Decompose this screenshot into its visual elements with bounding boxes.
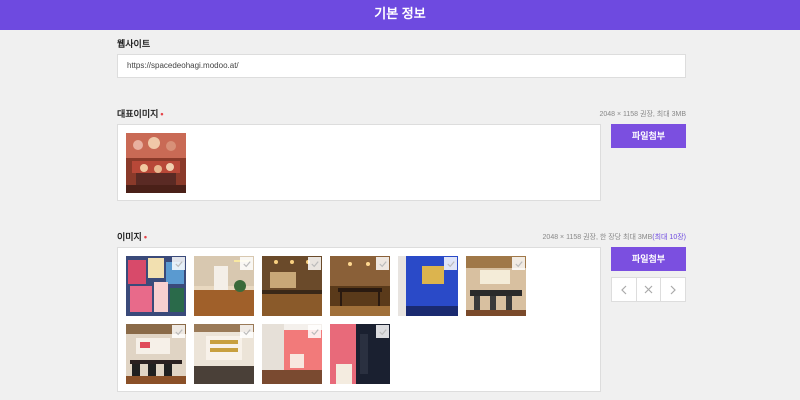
- main-image-label: 대표이미지 •: [117, 109, 164, 119]
- checkmark-icon[interactable]: [376, 257, 389, 270]
- checkmark-icon[interactable]: [240, 257, 253, 270]
- page-header: 기본 정보: [0, 0, 800, 30]
- images-attach-button[interactable]: 파일첨부: [611, 247, 686, 271]
- main-image-thumb[interactable]: [126, 133, 186, 193]
- page-title: 기본 정보: [374, 6, 426, 21]
- website-input[interactable]: https://spacedeohagi.modoo.at/: [117, 54, 686, 78]
- chevron-right-icon[interactable]: [661, 278, 685, 301]
- checkmark-icon[interactable]: [172, 257, 185, 270]
- chevron-left-icon[interactable]: [612, 278, 637, 301]
- main-image-attach-button[interactable]: 파일첨부: [611, 124, 686, 148]
- images-label: 이미지 •: [117, 232, 147, 242]
- gallery-thumb-2[interactable]: [194, 256, 254, 316]
- gallery-thumb-6[interactable]: [466, 256, 526, 316]
- checkmark-icon[interactable]: [376, 325, 389, 338]
- main-image-hint: 2048 × 1158 권장, 최대 3MB: [599, 111, 686, 118]
- photo-party-image: [126, 133, 186, 193]
- checkmark-icon[interactable]: [172, 325, 185, 338]
- images-hint: 2048 × 1158 권장, 한 장당 최대 3MB(최대 10장): [542, 234, 686, 241]
- close-icon[interactable]: [637, 278, 662, 301]
- gallery-thumb-9[interactable]: [262, 324, 322, 384]
- checkmark-icon[interactable]: [240, 325, 253, 338]
- gallery-thumb-10[interactable]: [330, 324, 390, 384]
- checkmark-icon[interactable]: [308, 325, 321, 338]
- gallery-thumb-5[interactable]: [398, 256, 458, 316]
- checkmark-icon[interactable]: [444, 257, 457, 270]
- checkmark-icon[interactable]: [512, 257, 525, 270]
- required-mark: •: [143, 232, 147, 242]
- website-label: 웹사이트: [117, 39, 151, 49]
- gallery-thumb-3[interactable]: [262, 256, 322, 316]
- images-dropzone[interactable]: [117, 247, 601, 392]
- image-nav-controls: [611, 277, 686, 302]
- gallery-thumb-4[interactable]: [330, 256, 390, 316]
- required-mark: •: [160, 109, 164, 119]
- gallery-thumb-7[interactable]: [126, 324, 186, 384]
- main-image-dropzone[interactable]: [117, 124, 601, 201]
- images-hint-limit: (최대 10장): [652, 234, 686, 241]
- checkmark-icon[interactable]: [308, 257, 321, 270]
- gallery-thumb-1[interactable]: [126, 256, 186, 316]
- gallery-thumb-8[interactable]: [194, 324, 254, 384]
- website-input-value: https://spacedeohagi.modoo.at/: [127, 61, 239, 70]
